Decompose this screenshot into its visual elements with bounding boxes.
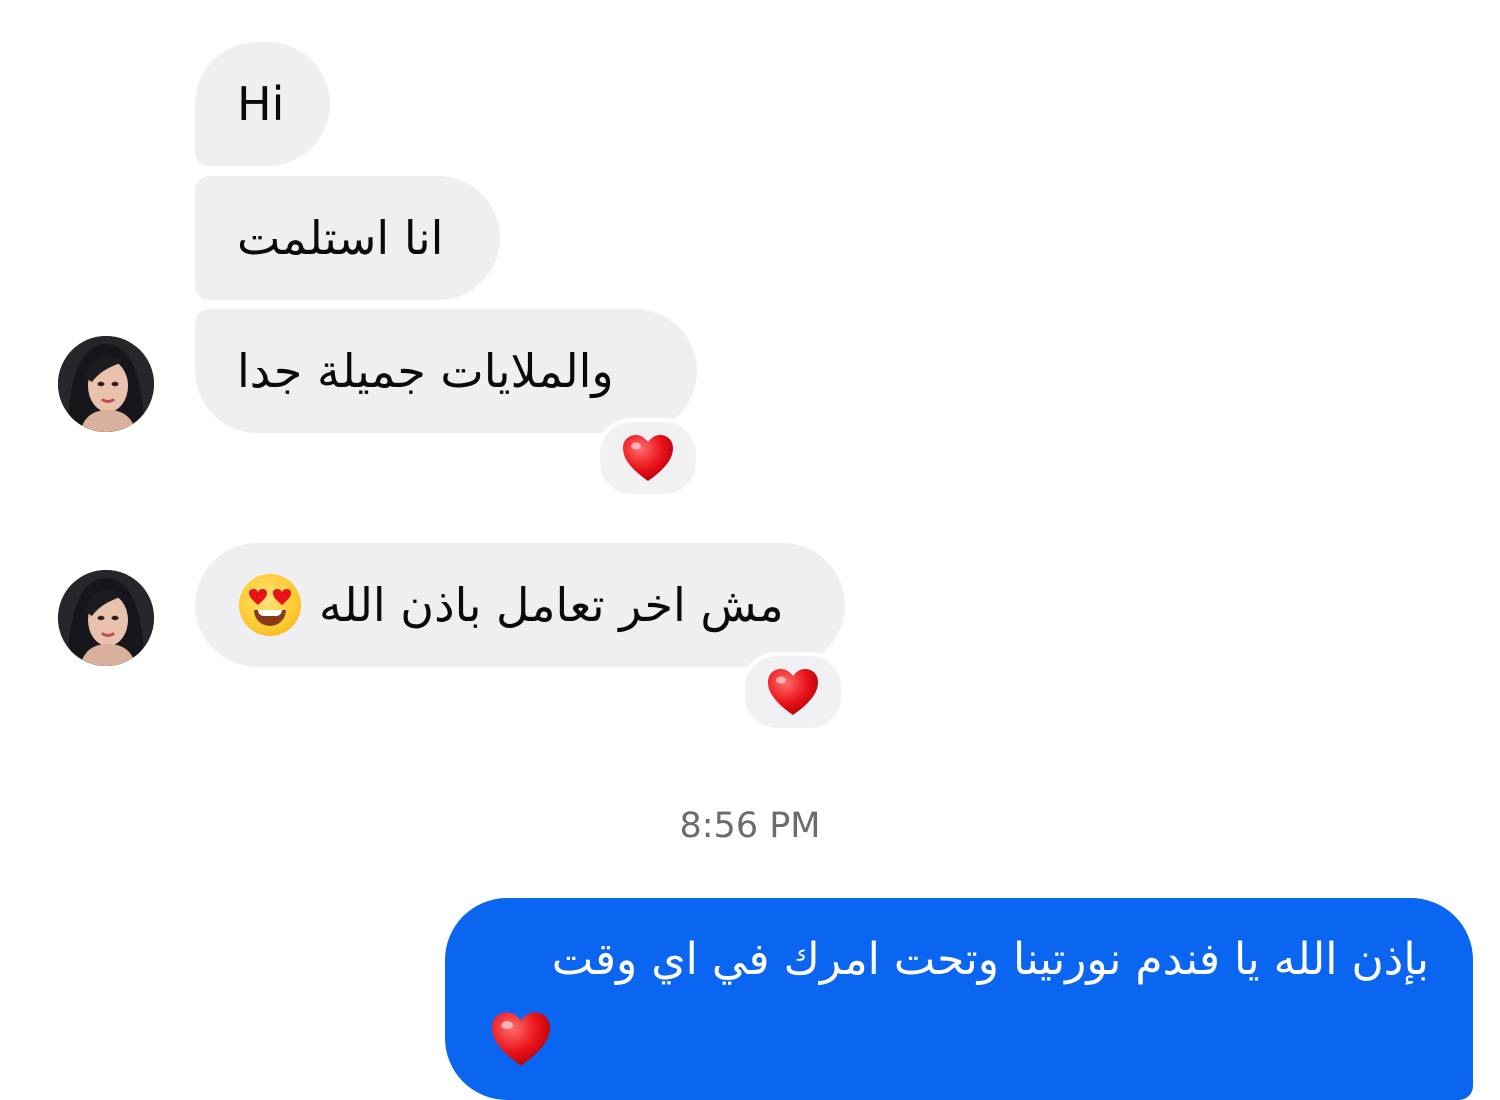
red-heart-emoji-icon [489, 1010, 553, 1079]
message-text: انا استلمت [237, 211, 444, 265]
message-text: والملايات جميلة جدا [237, 344, 614, 398]
reaction-badge[interactable] [596, 418, 700, 498]
message-text: مش اخر تعامل باذن الله [319, 578, 784, 632]
contact-avatar[interactable] [58, 570, 154, 666]
sent-message-bubble[interactable]: بإذن الله يا فندم نورتينا وتحت امرك في ا… [445, 898, 1473, 1100]
message-timestamp: 8:56 PM [679, 806, 821, 846]
message-bubble-not-last-deal[interactable]: مش اخر تعامل باذن الله [195, 543, 845, 667]
message-text: بإذن الله يا فندم نورتينا وتحت امرك في ا… [551, 934, 1429, 985]
message-bubble-sheets[interactable]: والملايات جميلة جدا [195, 309, 697, 433]
red-heart-icon [768, 669, 818, 715]
message-text: Hi [237, 77, 285, 131]
message-bubble-received[interactable]: انا استلمت [195, 176, 500, 300]
contact-avatar[interactable] [58, 336, 154, 432]
message-bubble-hi[interactable]: Hi [195, 42, 330, 166]
heart-eyes-emoji-icon [239, 574, 301, 636]
avatar-portrait-icon [58, 570, 154, 666]
avatar-portrait-icon [58, 336, 154, 432]
chat-thread: Hi انا استلمت والملايات جميلة جدا مش اخر… [0, 0, 1500, 1100]
reaction-badge[interactable] [741, 652, 845, 732]
red-heart-icon [623, 435, 673, 481]
